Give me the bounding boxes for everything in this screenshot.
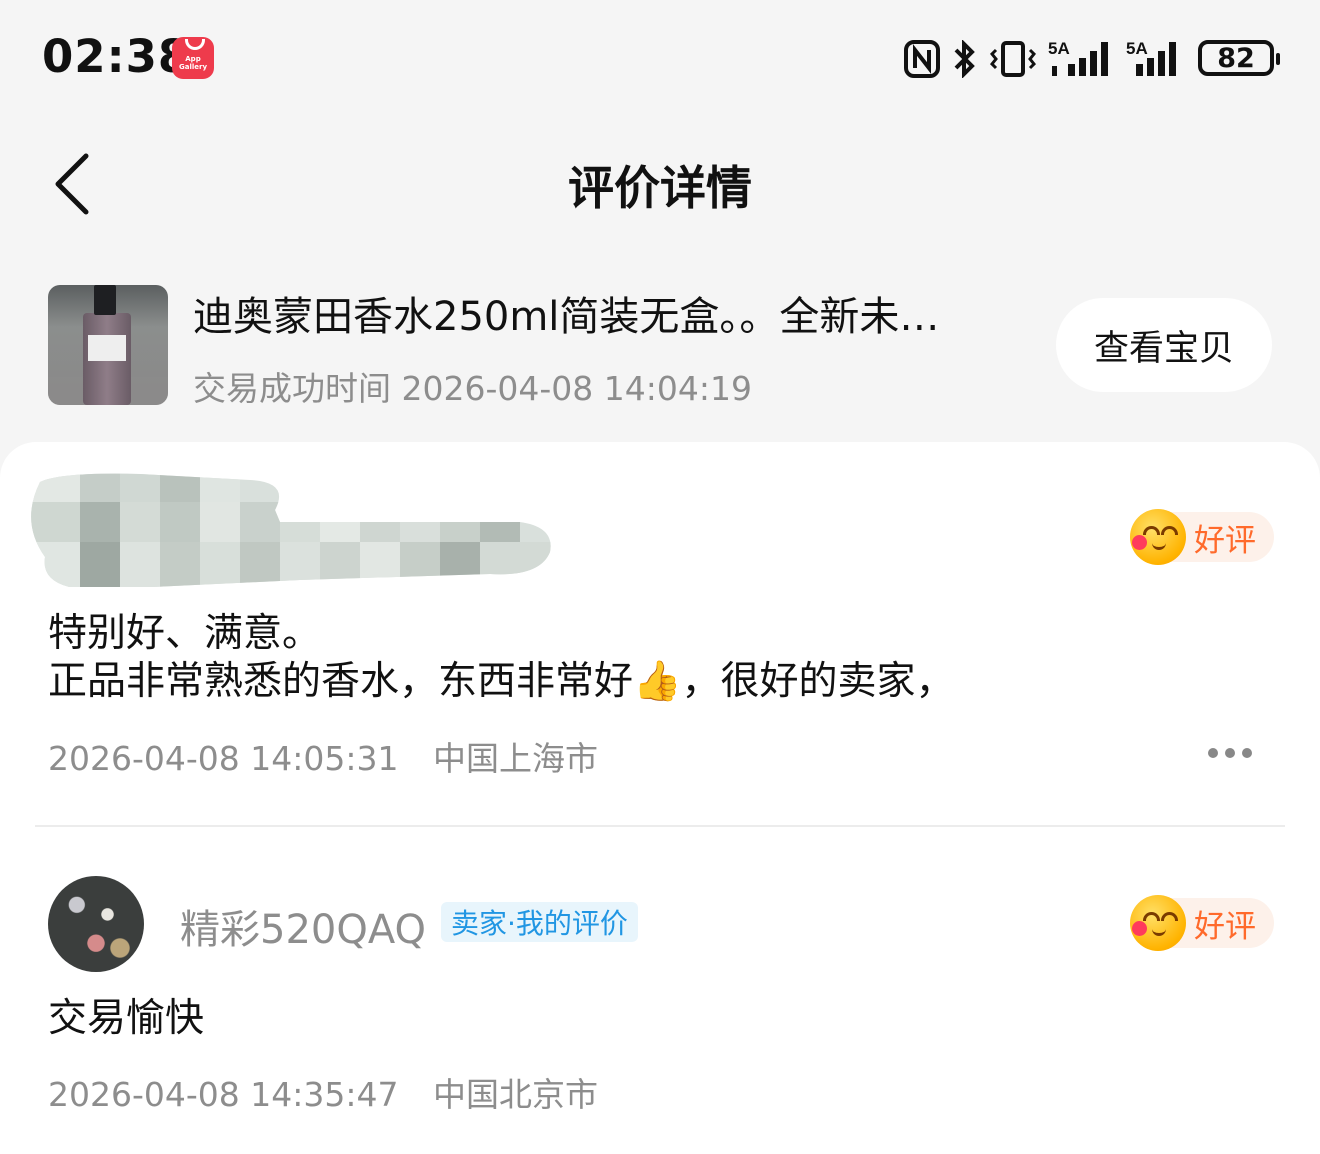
product-summary: 迪奥蒙田香水250ml简装无盒。。全新未… 交易成功时间 2026-04-08 …	[0, 270, 1320, 430]
page-title: 评价详情	[568, 161, 752, 215]
seller-name[interactable]: 精彩520QAQ	[180, 897, 426, 955]
app-gallery-icon: App Gallery	[172, 37, 214, 79]
good-review-badge: 好评	[1130, 895, 1274, 951]
transaction-time-value: 2026-04-08 14:04:19	[401, 369, 752, 408]
view-item-button[interactable]: 查看宝贝	[1056, 298, 1272, 392]
review-location: 中国北京市	[432, 1075, 598, 1114]
product-title[interactable]: 迪奥蒙田香水250ml简装无盒。。全新未…	[193, 284, 993, 342]
svg-text:5A: 5A	[1126, 39, 1148, 58]
vibrate-icon	[990, 41, 1036, 77]
blurred-reviewer-info	[31, 473, 551, 587]
review-text: 交易愉快	[48, 996, 205, 1041]
review-date: 2026-04-08 14:35:47	[48, 1075, 399, 1114]
good-review-badge: 好评	[1130, 509, 1274, 565]
smile-emoji-icon	[1130, 509, 1186, 565]
review-location: 中国上海市	[432, 739, 598, 778]
thumb-bottle-cap	[94, 285, 116, 315]
svg-text:5A: 5A	[1048, 39, 1070, 58]
review-meta: 2026-04-08 14:35:47 中国北京市	[48, 1068, 598, 1116]
review-text-line: 特别好、满意。	[48, 611, 322, 656]
app-gallery-icon-text: App Gallery	[178, 55, 208, 71]
signal-5a-icon: 5A	[1126, 39, 1176, 76]
transaction-time: 交易成功时间 2026-04-08 14:04:19	[193, 362, 752, 410]
nav-header: 评价详情	[0, 130, 1320, 240]
avatar[interactable]	[48, 876, 144, 972]
review-date: 2026-04-08 14:05:31	[48, 739, 399, 778]
product-thumbnail[interactable]	[48, 285, 168, 405]
review-meta: 2026-04-08 14:05:31 中国上海市	[48, 732, 598, 780]
reviews-card: 好评 特别好、满意。 正品非常熟悉的香水，东西非常好👍，很好的卖家， 2026-…	[0, 442, 1320, 1154]
seller-tag: 卖家·我的评价	[441, 902, 638, 942]
transaction-time-label: 交易成功时间	[193, 369, 391, 408]
bluetooth-icon	[954, 40, 975, 78]
status-bar: 02:38 App Gallery 5A 5A 82	[0, 0, 1320, 115]
badge-label: 好评	[1194, 908, 1256, 945]
signal-5a-icon: 5A	[1048, 39, 1108, 76]
review-text: 特别好、满意。 正品非常熟悉的香水，东西非常好👍，很好的卖家，	[48, 610, 955, 706]
nfc-icon	[904, 40, 940, 78]
battery-indicator: 82	[1198, 40, 1280, 76]
more-options-icon[interactable]	[1208, 748, 1252, 760]
status-time: 02:38	[42, 30, 191, 83]
thumb-bottle-label	[88, 335, 126, 361]
smile-emoji-icon	[1130, 895, 1186, 951]
badge-label: 好评	[1194, 522, 1256, 559]
back-arrow-icon[interactable]	[50, 152, 100, 216]
divider	[35, 825, 1285, 827]
review-text-line: 正品非常熟悉的香水，东西非常好👍，很好的卖家，	[48, 659, 955, 704]
